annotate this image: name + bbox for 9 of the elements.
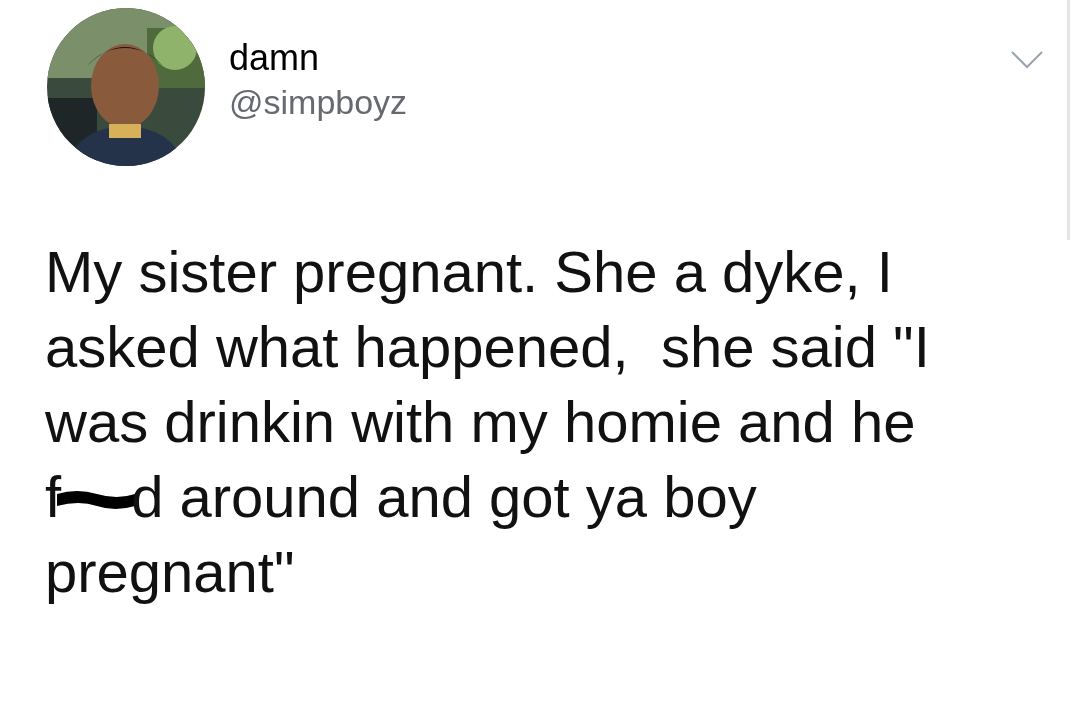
tweet-text-line: was drinkin with my homie and he [45,388,917,456]
tweet-text-line: My sister pregnant. She a dyke, I [45,238,894,306]
tweet-text-line: pregnant" [45,538,296,606]
chevron-down-icon[interactable] [1010,50,1044,70]
author-name: damn [229,36,321,80]
tweet-text-line: asked what happened, she said "I [45,313,931,381]
tweet-text-line: f [45,463,62,531]
author-handle: @simpboyz [229,82,408,123]
tweet-text-line: d around and got ya boy [131,463,757,531]
